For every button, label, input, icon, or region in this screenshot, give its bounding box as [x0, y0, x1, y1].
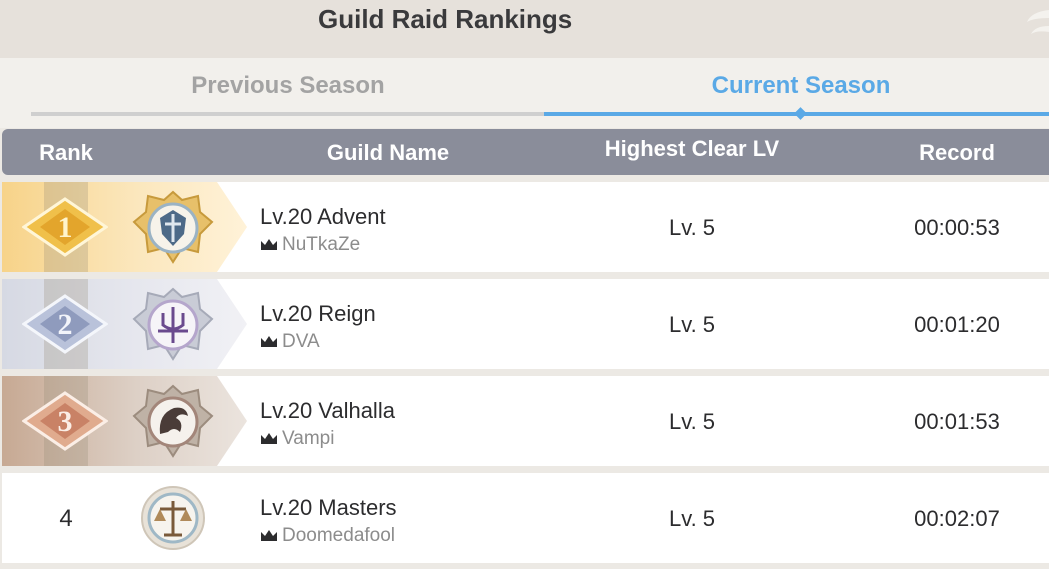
- tab-previous-season[interactable]: Previous Season: [138, 72, 438, 100]
- table-row[interactable]: 3 Lv.20 Valhalla Vampi Lv. 5 00:01:53: [2, 376, 1049, 466]
- guild-leader: Vampi: [260, 428, 334, 450]
- rank-number: 4: [59, 505, 73, 532]
- guild-leader-name: DVA: [282, 331, 320, 352]
- dragon-emblem-icon: [132, 384, 214, 458]
- guild-leader-name: Vampi: [282, 428, 335, 449]
- column-header-guild-name: Guild Name: [326, 140, 450, 165]
- silver-medal-icon: 2: [22, 294, 108, 354]
- column-header-rank: Rank: [39, 140, 93, 165]
- guild-name[interactable]: Lv.20 Reign: [260, 301, 376, 327]
- svg-text:2: 2: [58, 308, 73, 341]
- crown-icon: [261, 336, 277, 347]
- column-header-record: Record: [919, 140, 995, 165]
- title-bar: Guild Raid Rankings: [0, 0, 1049, 58]
- record-time: 00:00:53: [914, 215, 1000, 240]
- table-header: Rank Guild Name Highest Clear LV Record: [2, 129, 1049, 175]
- guild-leader: DVA: [260, 331, 320, 353]
- tab-underline-inactive: [31, 112, 544, 116]
- crown-icon: [261, 433, 277, 444]
- table-row[interactable]: 4 Lv.20 Masters Doomedafool Lv. 5 00:02:…: [2, 473, 1049, 563]
- column-header-highest-clear: Highest Clear LV: [604, 136, 780, 161]
- table-row[interactable]: 2 Lv.20 Reign DVA Lv. 5 00:01:20: [2, 279, 1049, 369]
- svg-text:3: 3: [58, 405, 73, 438]
- crown-icon: [261, 530, 277, 541]
- highest-clear-level: Lv. 5: [668, 409, 716, 434]
- guild-leader: NuTkaZe: [260, 234, 360, 256]
- tab-current-season[interactable]: Current Season: [651, 72, 951, 100]
- guild-leader-name: Doomedafool: [282, 525, 396, 546]
- scales-emblem-icon: [141, 486, 205, 550]
- gold-medal-icon: 1: [22, 197, 108, 257]
- guild-leader-name: NuTkaZe: [282, 234, 361, 255]
- gold-shield-emblem-icon: [132, 190, 214, 264]
- guild-leader: Doomedafool: [260, 525, 395, 547]
- table-row[interactable]: 1 Lv.20 Advent NuTkaZe Lv. 5 00:00:53: [2, 182, 1049, 272]
- highest-clear-level: Lv. 5: [668, 215, 716, 240]
- page-title: Guild Raid Rankings: [318, 4, 573, 34]
- record-time: 00:01:53: [914, 409, 1000, 434]
- crown-icon: [261, 239, 277, 250]
- record-time: 00:02:07: [914, 506, 1000, 531]
- svg-text:1: 1: [58, 211, 73, 244]
- highest-clear-level: Lv. 5: [668, 312, 716, 337]
- guild-name[interactable]: Lv.20 Masters: [260, 495, 397, 521]
- guild-name[interactable]: Lv.20 Advent: [260, 204, 386, 230]
- record-time: 00:01:20: [914, 312, 1000, 337]
- highest-clear-level: Lv. 5: [668, 506, 716, 531]
- guild-name[interactable]: Lv.20 Valhalla: [260, 398, 395, 424]
- trident-emblem-icon: [132, 287, 214, 361]
- wing-decoration-icon: [1027, 10, 1049, 34]
- bronze-medal-icon: 3: [22, 391, 108, 451]
